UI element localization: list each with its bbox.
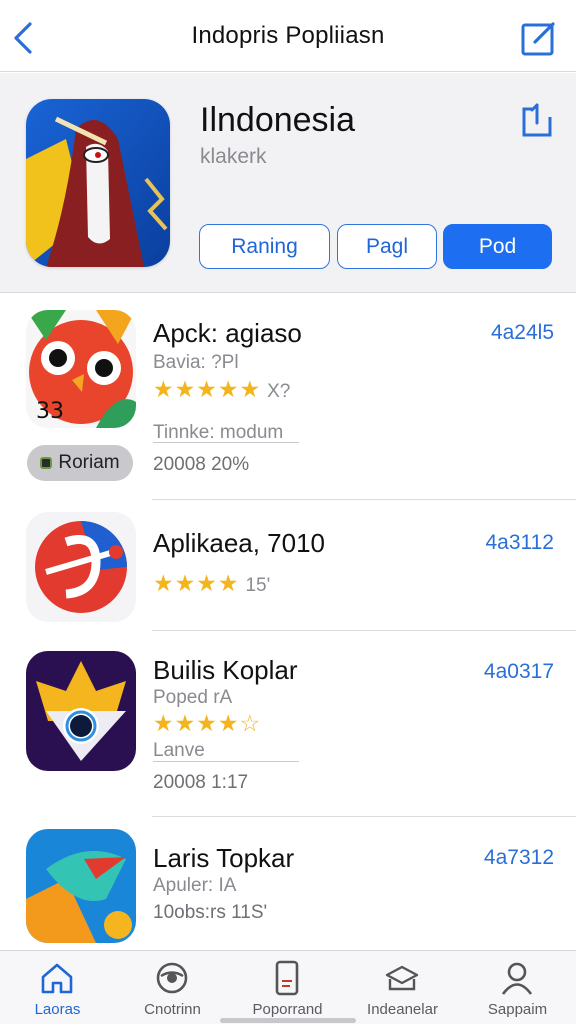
app-name: Laris Topkar	[153, 843, 295, 873]
tab-label: Sappaim	[487, 1001, 548, 1018]
featured-app-header: Ilndonesia klakerk Raning Pagl Pod	[0, 73, 576, 293]
app-price[interactable]: 4a0317	[484, 660, 554, 684]
app-name: Builis Koplar	[153, 655, 298, 685]
app-subtitle: Tinnke: modum	[153, 422, 284, 443]
person-icon	[501, 962, 533, 995]
app-icon	[26, 829, 136, 943]
globe-icon	[156, 962, 188, 994]
share-icon[interactable]	[520, 101, 554, 139]
phone-icon	[275, 960, 299, 996]
get-button[interactable]: Pod	[443, 224, 552, 269]
home-indicator	[220, 1018, 356, 1023]
app-price[interactable]: 4a7312	[484, 846, 554, 870]
tab-label: Laoras	[34, 1001, 81, 1018]
app-price[interactable]: 4a3112	[485, 531, 554, 555]
app-meta: 10obs:rs 11S'	[153, 902, 268, 923]
page-title: Indopris Popliiasn	[191, 22, 385, 49]
app-name: Aplikaea, 7010	[153, 528, 326, 558]
tab-label: Cnotrinn	[144, 1001, 201, 1018]
badge-label: Roriam	[58, 452, 120, 473]
star-rating: ★★★★☆	[153, 710, 261, 737]
tab-label: Poporrand	[252, 1001, 323, 1018]
featured-app-developer: klakerk	[200, 145, 267, 168]
app-developer: Poped rA	[153, 687, 233, 708]
rating-count: X?	[267, 381, 291, 402]
app-icon: 33	[26, 310, 136, 428]
tab-home[interactable]: Laoras	[0, 951, 115, 1024]
featured-app-name: Ilndonesia	[200, 101, 356, 139]
divider	[153, 442, 299, 443]
rating-count: 15'	[245, 575, 271, 596]
navigation-bar: Indopris Popliiasn	[0, 0, 576, 72]
compose-icon[interactable]	[520, 19, 558, 57]
list-item[interactable]: Laris Topkar 4a7312 Apuler: IA 10obs:rs …	[0, 817, 576, 950]
tab-popular[interactable]: Poporrand	[230, 951, 345, 1024]
app-developer: Bavia: ?Pl	[153, 352, 239, 373]
app-developer: Apuler: IA	[153, 875, 237, 896]
stars: ★★★★☆	[153, 710, 262, 736]
tab-discover[interactable]: Cnotrinn	[115, 951, 230, 1024]
star-rating: ★★★★★ X?	[153, 376, 290, 403]
stack-icon	[385, 965, 419, 991]
list-item[interactable]: 33 Roriam Apck: agiaso 4a24l5 Bavia: ?Pl…	[0, 294, 576, 500]
tab-label: Indeanelar	[367, 1001, 438, 1018]
list-item[interactable]: Builis Koplar 4a0317 Poped rA ★★★★☆ Lanv…	[0, 631, 576, 817]
svg-text:33: 33	[36, 399, 64, 424]
tab-indonesia[interactable]: Indeanelar	[345, 951, 460, 1024]
app-name: Apck: agiaso	[153, 318, 302, 348]
tab-bar: Laoras Cnotrinn Poporrand Indeanelar Sap…	[0, 950, 576, 1024]
divider	[153, 761, 299, 762]
featured-app-icon[interactable]	[26, 99, 170, 267]
star-rating: ★★★★ 15'	[153, 570, 270, 597]
stars: ★★★★★	[153, 376, 262, 402]
page-button[interactable]: Pagl	[337, 224, 437, 269]
app-price[interactable]: 4a24l5	[491, 321, 554, 345]
app-meta: 20008 1:17	[153, 772, 249, 793]
home-icon	[41, 963, 73, 994]
tab-profile[interactable]: Sappaim	[460, 951, 575, 1024]
app-icon	[26, 651, 136, 771]
list-item[interactable]: Aplikaea, 7010 4a3112 ★★★★ 15'	[0, 500, 576, 631]
app-meta: 20008 20%	[153, 454, 250, 475]
app-subtitle: Lanve	[153, 740, 205, 761]
stars: ★★★★	[153, 570, 240, 596]
ranking-button[interactable]: Raning	[199, 224, 330, 269]
badge-icon	[40, 457, 53, 469]
app-icon	[26, 512, 136, 622]
app-badge[interactable]: Roriam	[27, 445, 133, 481]
